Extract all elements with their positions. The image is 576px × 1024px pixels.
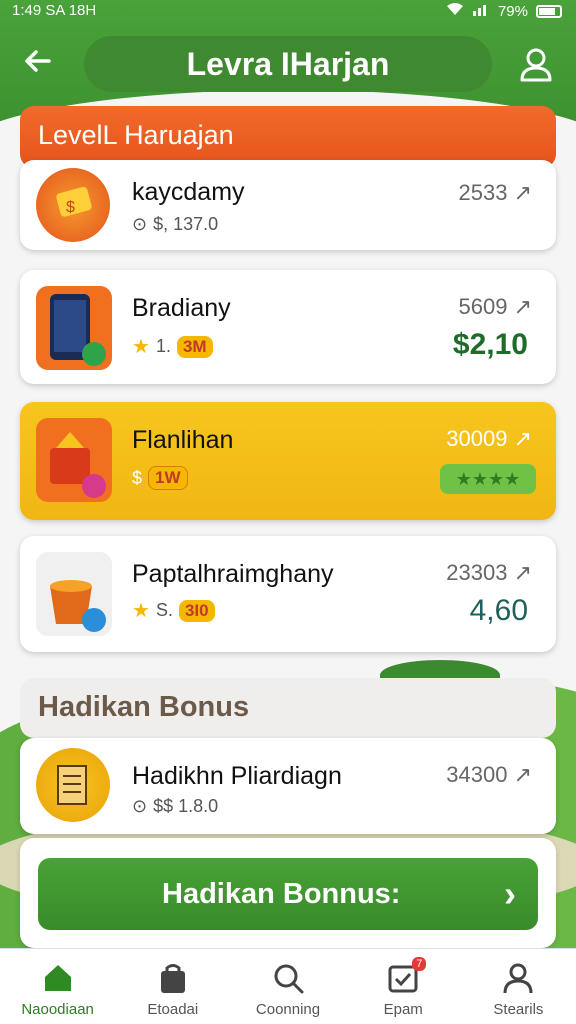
profile-icon[interactable] — [516, 44, 556, 84]
nav-item-calendar[interactable]: 7 Ераm — [346, 949, 461, 1024]
battery-text: 79% — [497, 2, 528, 20]
ticket-app-icon: $ — [36, 168, 110, 242]
battery-icon — [536, 4, 562, 18]
search-icon — [271, 961, 305, 995]
status-time: 1:49 SA 18H — [12, 2, 97, 19]
item-sub: ★ 1. 3M — [132, 334, 213, 359]
nav-item-profile[interactable]: Stearils — [461, 949, 576, 1024]
trend-arrow-icon: ↗ — [513, 426, 532, 451]
trend-arrow-icon: ↗ — [513, 762, 532, 787]
item-score: 34300 ↗ — [446, 762, 532, 787]
nav-item-search[interactable]: Coonning — [230, 949, 345, 1024]
item-name: kaycdamy — [132, 178, 245, 206]
item-name: Bradiany — [132, 294, 231, 322]
nav-item-store[interactable]: Etoadai — [115, 949, 230, 1024]
signal-icon — [472, 2, 490, 20]
home-icon — [41, 961, 75, 995]
rating-chip: 1W — [148, 466, 188, 490]
item-sub: $ 1W — [132, 466, 188, 490]
star-icon: ★ — [132, 600, 150, 622]
gift-app-icon — [36, 418, 112, 502]
rating-stars: ★★★★ — [440, 464, 536, 494]
item-name: Paptalhraimghany — [132, 560, 334, 588]
list-item-highlighted[interactable]: Flanlihan $ 1W 30009 ↗ ★★★★ — [20, 402, 556, 520]
item-score: 23303 ↗ — [446, 560, 532, 585]
trend-arrow-icon: ↗ — [513, 560, 532, 585]
item-name: Hadikhn Pliardiagn — [132, 762, 342, 790]
trend-arrow-icon: ↗ — [513, 180, 532, 205]
item-value: $2,10 — [452, 328, 528, 361]
pot-app-icon — [36, 552, 112, 636]
phone-app-icon — [36, 286, 112, 370]
list-item[interactable]: Bradiany ★ 1. 3M 5609 ↗ $2,10 — [20, 270, 556, 384]
list-item[interactable]: $ kaycdamy ⊙ $, 137.0 2533 ↗ — [20, 160, 556, 250]
chevron-right-icon: › — [504, 873, 516, 914]
rating-chip: 3M — [176, 335, 213, 358]
document-app-icon — [36, 748, 110, 822]
item-score: 30009 ↗ — [446, 426, 532, 451]
item-score: 5609 ↗ — [458, 294, 532, 319]
item-sub: ★ S. 3I0 — [132, 598, 215, 623]
item-sub: ⊙ $, 137.0 — [132, 214, 219, 234]
trend-arrow-icon: ↗ — [513, 294, 532, 319]
section-header-bonus: Hadikan Bonus — [20, 678, 556, 738]
item-sub: ⊙ $$ 1.8.0 — [132, 796, 219, 816]
bottom-nav: Naoodiaan Etoadai Coonning 7 Ераm Steari… — [0, 948, 576, 1024]
item-name: Flanlihan — [132, 426, 234, 454]
nav-item-home[interactable]: Naoodiaan — [0, 949, 115, 1024]
status-bar: 1:49 SA 18H 79% — [0, 0, 576, 24]
coin-icon: ⊙ — [132, 796, 148, 816]
bonus-button[interactable]: Hadikan Bonnus: › — [38, 858, 538, 930]
back-arrow-icon[interactable] — [18, 44, 58, 84]
user-icon — [501, 961, 535, 995]
star-icon: ★ — [132, 336, 150, 358]
list-item[interactable]: Paptalhraimghany ★ S. 3I0 23303 ↗ 4,60 — [20, 536, 556, 652]
bag-icon — [156, 961, 190, 995]
calendar-icon: 7 — [386, 957, 427, 995]
rating-chip: 3I0 — [178, 599, 215, 622]
notification-badge: 7 — [412, 957, 427, 971]
coin-icon: ⊙ — [132, 214, 148, 234]
bonus-list-item[interactable]: Hadikhn Pliardiagn ⊙ $$ 1.8.0 34300 ↗ — [20, 738, 556, 834]
svg-text:$: $ — [66, 199, 75, 216]
item-score: 2533 ↗ — [458, 180, 532, 205]
page-title: Levra IHarjan — [84, 36, 492, 92]
item-value: 4,60 — [469, 594, 528, 627]
section-header-level: LevelL Haruajan — [20, 106, 556, 168]
wifi-icon — [446, 2, 464, 20]
